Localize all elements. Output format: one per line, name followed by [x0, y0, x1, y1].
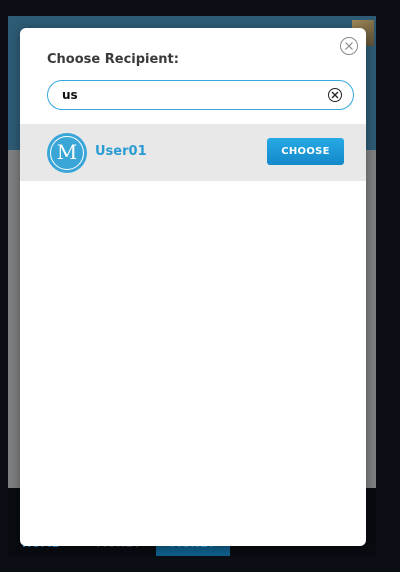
- clear-search-button[interactable]: [328, 88, 342, 102]
- choose-recipient-modal: Choose Recipient: M User01 CHOOSE: [20, 28, 366, 546]
- avatar-letter: M: [50, 136, 84, 170]
- recipient-row: M User01 CHOOSE: [20, 124, 366, 181]
- avatar: M: [47, 133, 87, 173]
- search-input[interactable]: [62, 86, 312, 104]
- modal-title: Choose Recipient:: [47, 52, 179, 67]
- recipient-name: User01: [95, 144, 147, 159]
- choose-button[interactable]: CHOOSE: [267, 138, 344, 165]
- close-button[interactable]: [340, 37, 358, 55]
- search-field[interactable]: [47, 80, 354, 110]
